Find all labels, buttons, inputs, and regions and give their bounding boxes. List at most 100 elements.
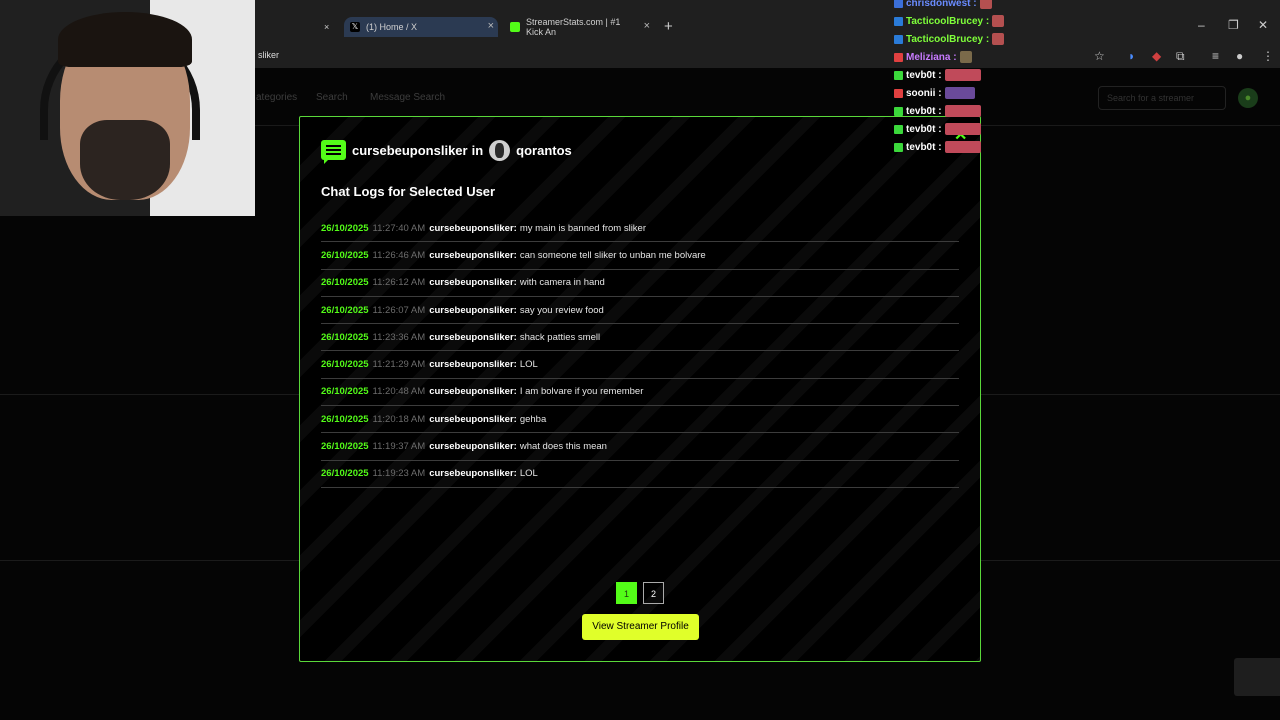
log-message: say you review food [519, 304, 604, 316]
log-date: 26/10/2025 [321, 468, 369, 480]
bookmark-star-icon[interactable]: ☆ [1094, 49, 1105, 63]
recaptcha-badge[interactable] [1234, 658, 1280, 696]
log-date: 26/10/2025 [321, 222, 369, 234]
chat-username: TacticoolBrucey : [906, 15, 990, 27]
tab-streamerstats[interactable]: StreamerStats.com | #1 Kick An × [504, 17, 654, 37]
x-logo-icon: 𝕏 [350, 22, 360, 32]
chat-username: TacticoolBrucey : [906, 33, 990, 45]
close-tab-icon[interactable]: × [324, 17, 329, 37]
chat-username: tevb0t : [906, 141, 942, 153]
chat-overlay-row: soonii : [894, 84, 1024, 102]
close-tab-icon[interactable]: × [644, 20, 650, 32]
chat-overlay-row: tevb0t : [894, 120, 1024, 138]
chat-logs-modal: cursebeuponsliker in qorantos ✕ Chat Log… [299, 116, 981, 662]
chat-badge-icon [894, 34, 903, 44]
chat-log-list: 26/10/2025 11:27:40 AM cursebeuponsliker: m… [321, 215, 959, 488]
log-user: cursebeuponsliker: [429, 331, 517, 343]
log-row: 26/10/2025 11:26:07 AM cursebeuponsliker: s… [321, 297, 959, 325]
close-window-button[interactable]: ✕ [1258, 18, 1268, 32]
log-row: 26/10/2025 11:20:18 AM cursebeuponsliker: g… [321, 406, 959, 434]
log-message: shack patties smell [519, 331, 601, 343]
log-time: 11:26:12 AM [372, 277, 426, 289]
chat-badge-icon [894, 124, 903, 134]
streamer-search-input[interactable]: Search for a streamer [1098, 86, 1226, 110]
emote-icon [944, 87, 975, 99]
chat-username: tevb0t : [906, 123, 942, 135]
chat-username: Meliziana : [906, 51, 957, 63]
log-user: cursebeuponsliker: [429, 277, 517, 289]
log-date: 26/10/2025 [321, 331, 369, 343]
chat-badge-icon [894, 0, 903, 8]
chat-username: tevb0t : [906, 105, 942, 117]
chat-overlay-row: tevb0t : [894, 66, 1024, 84]
stream-chat-overlay: chrisdonwest : TacticoolBrucey : Tactico… [894, 0, 1024, 156]
puzzle-icon[interactable]: ⧉ [1176, 49, 1185, 64]
chat-badge-icon [894, 70, 903, 80]
nav-message-search[interactable]: Message Search [370, 92, 445, 103]
log-message: LOL [519, 468, 538, 480]
log-time: 11:27:40 AM [372, 222, 426, 234]
log-message: I am bolvare if you remember [519, 386, 644, 398]
log-row: 26/10/2025 11:20:48 AM cursebeuponsliker: I… [321, 379, 959, 407]
emote-icon [979, 0, 992, 9]
in-label: in [471, 142, 484, 158]
log-time: 11:26:46 AM [372, 249, 426, 261]
log-message: with camera in hand [519, 277, 605, 289]
log-row: 26/10/2025 11:27:40 AM cursebeuponsliker: m… [321, 215, 959, 243]
log-row: 26/10/2025 11:23:36 AM cursebeuponsliker: s… [321, 324, 959, 352]
url-text[interactable]: sliker [258, 50, 279, 60]
webcam-beard [80, 120, 170, 200]
log-time: 11:20:18 AM [372, 413, 426, 425]
extension-icon[interactable]: ◆ [1152, 49, 1161, 63]
log-date: 26/10/2025 [321, 304, 369, 316]
log-time: 11:20:48 AM [372, 386, 426, 398]
new-tab-button[interactable]: + [664, 18, 673, 35]
chat-overlay-row: tevb0t : [894, 102, 1024, 120]
chat-username: tevb0t : [906, 69, 942, 81]
profile-icon[interactable]: ● [1236, 49, 1243, 63]
extension-icon[interactable]: ◗ [1128, 49, 1135, 63]
log-user: cursebeuponsliker: [429, 249, 517, 261]
user-avatar-icon[interactable]: ● [1238, 88, 1258, 108]
chat-overlay-row: TacticoolBrucey : [894, 30, 1024, 48]
tab-label: StreamerStats.com | #1 Kick An [526, 17, 621, 37]
webcam-hair [58, 12, 192, 67]
emote-icon [944, 141, 981, 153]
log-date: 26/10/2025 [321, 359, 369, 371]
log-message: gehba [519, 413, 547, 425]
tab-label: (1) Home / X [366, 22, 418, 32]
log-row: 26/10/2025 11:19:23 AM cursebeuponsliker: L… [321, 461, 959, 488]
page-2-button[interactable]: 2 [643, 582, 664, 604]
chat-badge-icon [894, 142, 903, 152]
nav-categories[interactable]: ategories [256, 92, 297, 103]
emote-icon [959, 51, 972, 63]
tab-home-x[interactable]: 𝕏 (1) Home / X × [344, 17, 498, 37]
modal-header: cursebeuponsliker in qorantos [321, 139, 572, 164]
log-time: 11:19:37 AM [372, 441, 426, 453]
chat-username: soonii : [906, 87, 942, 99]
log-row: 26/10/2025 11:21:29 AM cursebeuponsliker: L… [321, 351, 959, 379]
pagination: 1 2 [616, 582, 664, 604]
chart-favicon-icon [510, 22, 520, 32]
log-time: 11:19:23 AM [372, 468, 426, 480]
chat-overlay-row: TacticoolBrucey : [894, 12, 1024, 30]
minimize-button[interactable]: – [1198, 18, 1205, 32]
log-message: my main is banned from sliker [519, 222, 647, 234]
reading-list-icon[interactable]: ≡ [1212, 49, 1219, 63]
chat-bubble-icon [321, 140, 346, 164]
maximize-button[interactable]: ❐ [1228, 18, 1239, 32]
log-row: 26/10/2025 11:26:46 AM cursebeuponsliker: c… [321, 242, 959, 270]
menu-icon[interactable]: ⋮ [1262, 49, 1274, 63]
view-streamer-profile-button[interactable]: View Streamer Profile [582, 614, 699, 640]
log-date: 26/10/2025 [321, 441, 369, 453]
close-tab-icon[interactable]: × [488, 20, 494, 32]
log-date: 26/10/2025 [321, 249, 369, 261]
log-date: 26/10/2025 [321, 413, 369, 425]
log-date: 26/10/2025 [321, 277, 369, 289]
emote-icon [944, 105, 981, 117]
page-1-button[interactable]: 1 [616, 582, 637, 604]
nav-search[interactable]: Search [316, 92, 348, 103]
log-user: cursebeuponsliker: [429, 441, 517, 453]
streamer-name[interactable]: qorantos [516, 143, 572, 158]
chat-username: chrisdonwest : [906, 0, 977, 9]
